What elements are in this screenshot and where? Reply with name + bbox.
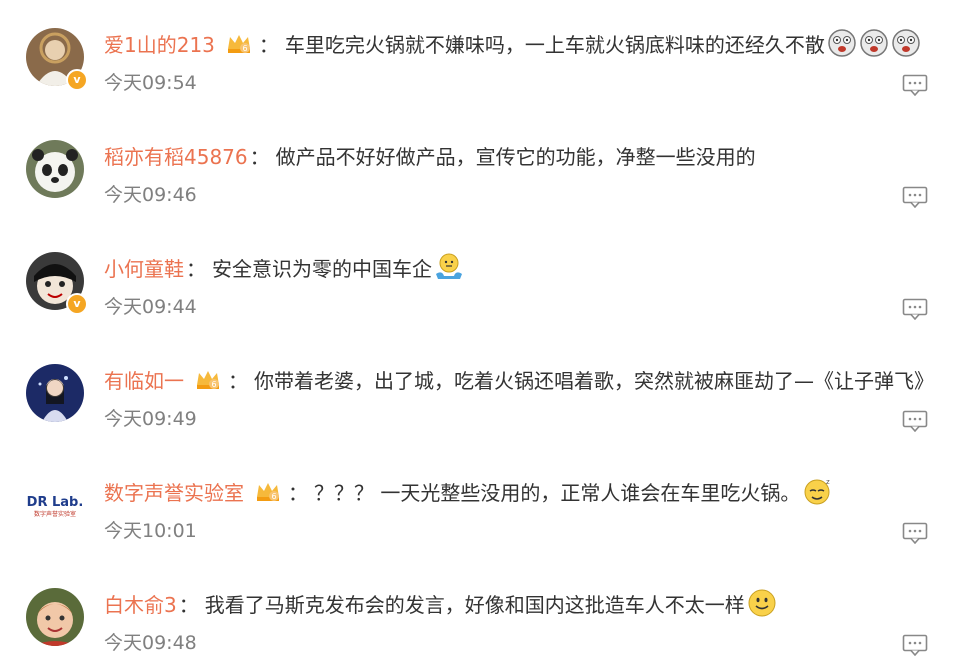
username-link[interactable]: 小何童鞋 [104, 253, 184, 282]
svg-text:6: 6 [271, 492, 276, 501]
dizzy-face-icon [860, 29, 888, 57]
avatar[interactable] [26, 364, 84, 422]
comment-text: 车里吃完火锅就不嫌味吗，一上车就火锅底料味的还经久不散 [284, 32, 825, 57]
verified-badge-icon: v [66, 69, 88, 91]
comment-time: 今天09:49 [104, 408, 197, 430]
comment-item: 有临如一 6 ： 你带着老婆，出了城，吃着火锅还唱着歌，突然就被麻匪劫了—《让子… [0, 336, 960, 448]
username-link[interactable]: 数字声誉实验室 [104, 477, 244, 506]
colon: ： [228, 368, 248, 393]
reply-icon[interactable] [902, 634, 928, 656]
colon: ： [186, 256, 206, 281]
reply-icon[interactable] [902, 410, 928, 432]
comment-text: 我看了马斯克发布会的发言，好像和国内这批造车人不太一样 [204, 592, 745, 617]
avatar[interactable] [26, 140, 84, 198]
username-link[interactable]: 白木俞3 [104, 589, 177, 618]
comment-text: ？？？ 一天光整些没用的，正常人谁会在车里吃火锅。 [314, 480, 801, 505]
smile-icon [748, 589, 776, 617]
comment-time: 今天10:01 [104, 520, 197, 542]
reply-icon[interactable] [902, 74, 928, 96]
comment-time: 今天09:46 [104, 184, 197, 206]
colon: ： [288, 480, 308, 505]
comment-item: v 小何童鞋 ： 安全意识为零的中国车企 今天09:44 [0, 224, 960, 336]
comment-time: 今天09:48 [104, 632, 197, 654]
reply-icon[interactable] [902, 186, 928, 208]
svg-text:DR Lab.: DR Lab. [27, 495, 84, 510]
crown-badge-icon: 6 [257, 483, 279, 501]
comment-time: 今天09:44 [104, 296, 197, 318]
dizzy-face-icon [828, 29, 856, 57]
comment-text: 做产品不好好做产品，宣传它的功能，净整一些没用的 [275, 144, 756, 169]
colon: ： [178, 592, 199, 617]
username-link[interactable]: 有临如一 [104, 365, 184, 394]
crown-badge-icon: 6 [197, 371, 219, 389]
svg-text:数字声誉实验室: 数字声誉实验室 [34, 510, 76, 518]
reply-icon[interactable] [902, 522, 928, 544]
reply-icon[interactable] [902, 298, 928, 320]
username-link[interactable]: 爱1山的213 [104, 29, 215, 58]
comment-item: v 爱1山的213 6 ： 车里吃完火锅就不嫌味吗，一上车就火锅底料味的还经久不… [0, 0, 960, 112]
colon: ： [258, 32, 279, 57]
comment-text: 你带着老婆，出了城，吃着火锅还唱着歌，突然就被麻匪劫了—《让子弹飞》 [254, 368, 934, 393]
avatar[interactable]: DR Lab. 数字声誉实验室 [26, 476, 84, 534]
crown-badge-icon: 6 [227, 35, 250, 53]
colon: ： [249, 144, 270, 169]
shrug-icon [436, 253, 462, 279]
comment-item: 稻亦有稻45876 ： 做产品不好好做产品，宣传它的功能，净整一些没用的 今天0… [0, 112, 960, 224]
svg-text:6: 6 [211, 380, 216, 389]
comment-time: 今天09:54 [104, 72, 197, 94]
comment-item: 白木俞3 ： 我看了马斯克发布会的发言，好像和国内这批造车人不太一样 今天09:… [0, 560, 960, 672]
dizzy-face-icon [892, 29, 920, 57]
username-link[interactable]: 稻亦有稻45876 [104, 141, 248, 170]
avatar[interactable] [26, 588, 84, 646]
sleepy-face-icon: z [804, 478, 830, 505]
svg-text:6: 6 [242, 44, 247, 53]
comment-item: DR Lab. 数字声誉实验室 数字声誉实验室 6 ： ？？？ 一天光整些没用的，… [0, 448, 960, 560]
svg-text:z: z [826, 478, 830, 486]
verified-badge-icon: v [66, 293, 88, 315]
comment-list: v 爱1山的213 6 ： 车里吃完火锅就不嫌味吗，一上车就火锅底料味的还经久不… [0, 0, 960, 672]
comment-text: 安全意识为零的中国车企 [212, 256, 432, 281]
